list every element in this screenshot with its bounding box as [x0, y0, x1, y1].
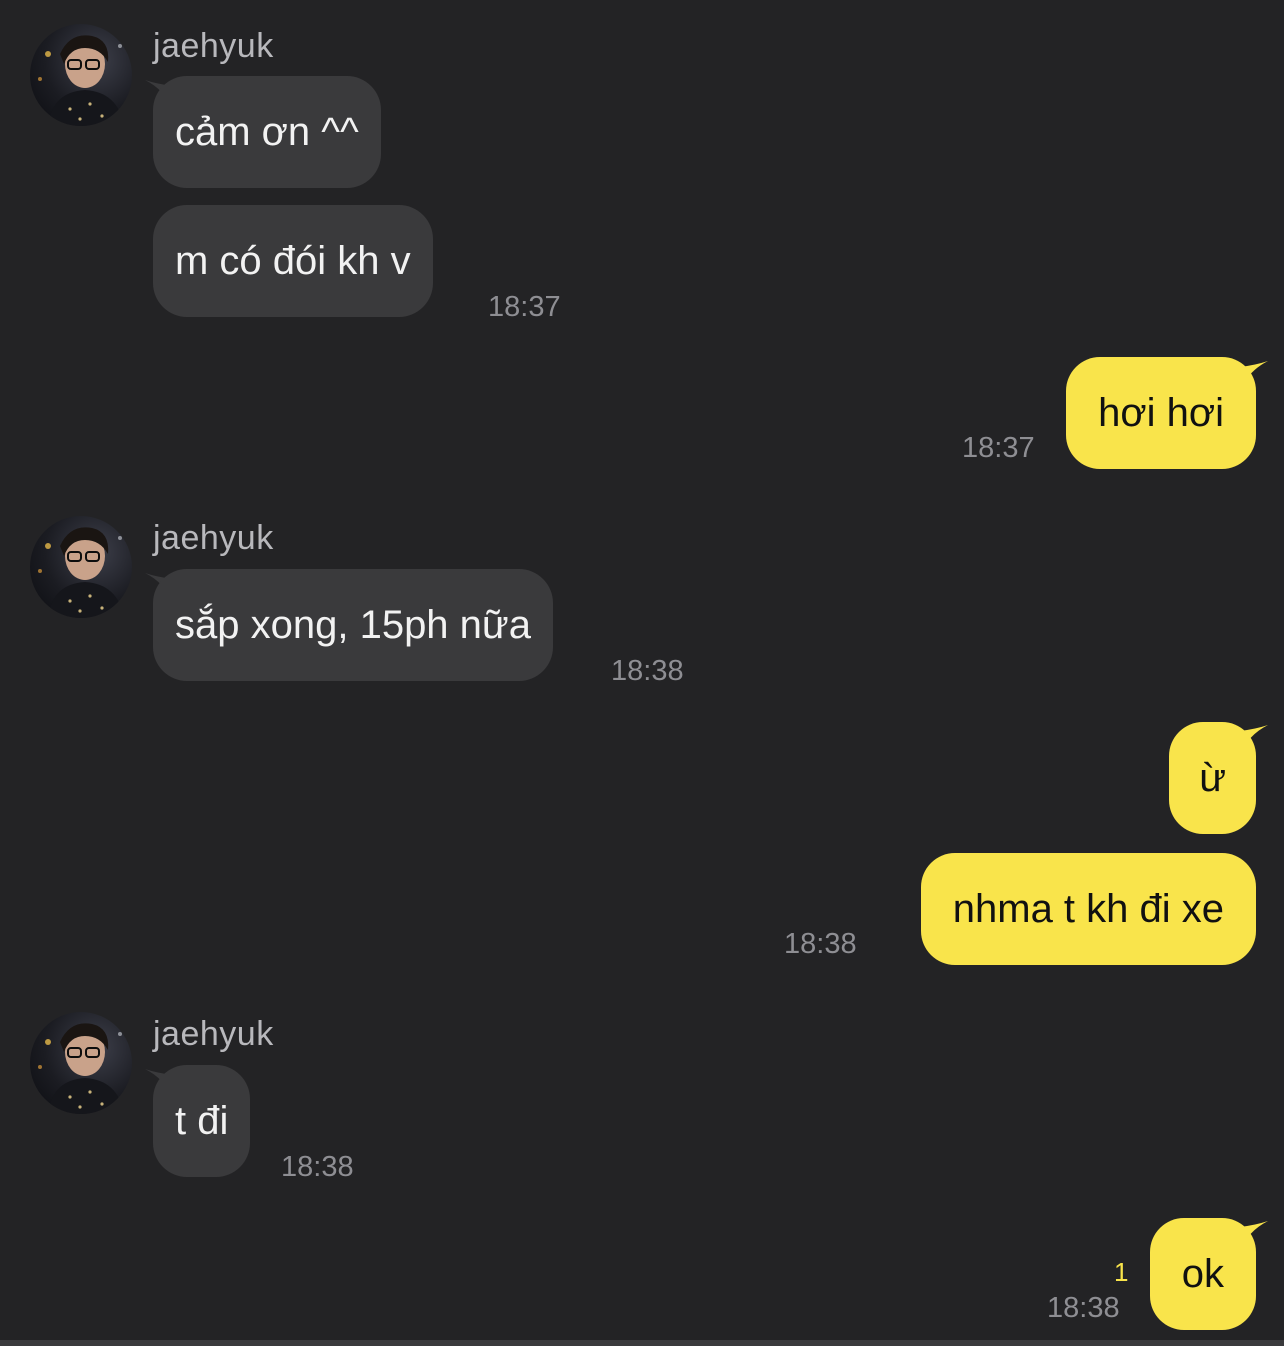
avatar-photo-icon: [38, 35, 124, 126]
message-bubble-outgoing[interactable]: nhma t kh đi xe: [920, 853, 1256, 965]
unread-count-badge: 1: [1114, 1257, 1129, 1287]
message-bubble-incoming[interactable]: cảm ơn ^^: [153, 76, 381, 188]
bubble-tail: [1240, 725, 1268, 755]
avatar-photo-icon: [38, 527, 124, 618]
message-timestamp: 18:38: [1047, 1292, 1120, 1324]
bubble-tail: [1240, 361, 1268, 391]
contact-avatar[interactable]: [30, 516, 132, 618]
input-bar-edge: [0, 1340, 1284, 1346]
message-bubble-incoming[interactable]: sắp xong, 15ph nữa: [153, 569, 553, 681]
sender-name: jaehyuk: [153, 27, 274, 65]
message-bubble-outgoing[interactable]: hơi hơi: [1066, 357, 1256, 469]
sender-name: jaehyuk: [153, 519, 274, 557]
message-timestamp: 18:38: [611, 655, 684, 687]
bubble-tail: [1240, 1221, 1268, 1251]
message-timestamp: 18:37: [962, 432, 1035, 464]
contact-avatar[interactable]: [30, 24, 132, 126]
contact-avatar[interactable]: [30, 1012, 132, 1114]
message-timestamp: 18:37: [488, 291, 561, 323]
message-timestamp: 18:38: [281, 1151, 354, 1183]
chat-message-list[interactable]: jaehyuk cảm ơn ^^ m có đói kh v 18:37 18…: [0, 0, 1284, 1340]
sender-name: jaehyuk: [153, 1015, 274, 1053]
message-bubble-incoming[interactable]: t đi: [153, 1065, 251, 1177]
message-timestamp: 18:38: [784, 928, 857, 960]
avatar-photo-icon: [38, 1023, 124, 1114]
message-bubble-incoming[interactable]: m có đói kh v: [153, 205, 433, 317]
